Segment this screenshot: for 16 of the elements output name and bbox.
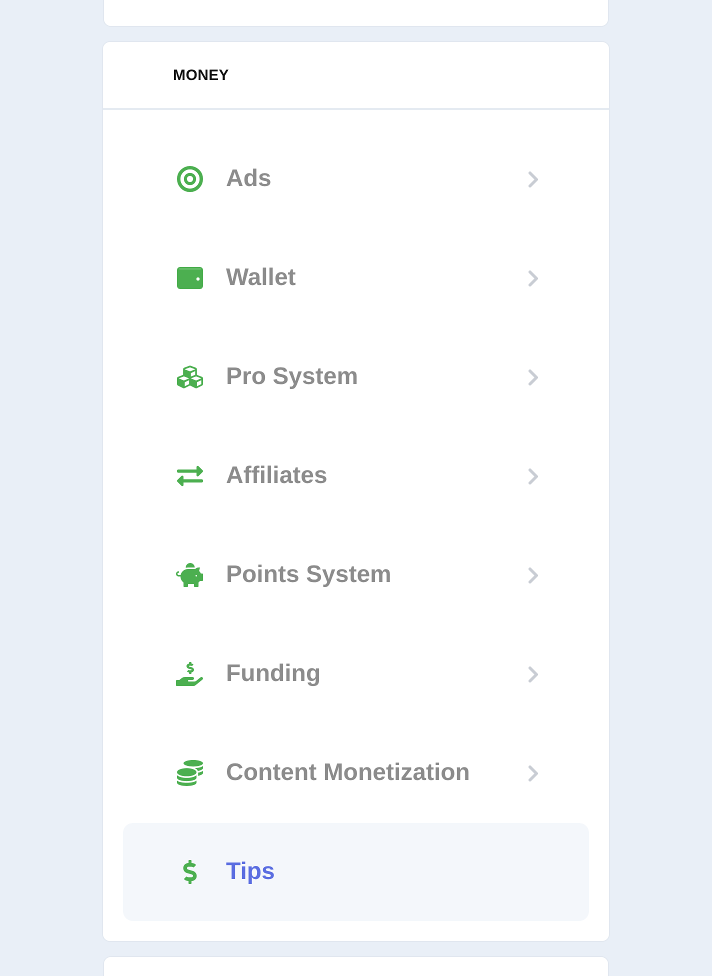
menu-item[interactable]: Wallet bbox=[123, 229, 589, 327]
wallet-icon bbox=[176, 267, 202, 289]
coins-icon bbox=[176, 760, 202, 786]
menu-item[interactable]: Affiliates bbox=[123, 427, 589, 525]
target-icon bbox=[176, 166, 202, 192]
menu-item[interactable]: Points System bbox=[123, 526, 589, 624]
menu-item[interactable]: Content Monetization bbox=[123, 724, 589, 822]
piggy-bank-icon bbox=[176, 561, 203, 589]
hand-holding-dollar-icon bbox=[176, 659, 203, 689]
menu-item[interactable]: Tips bbox=[123, 823, 589, 921]
menu-item[interactable]: Funding bbox=[123, 625, 589, 723]
cubes-icon bbox=[176, 364, 202, 390]
menu-item[interactable]: Ads bbox=[123, 130, 589, 228]
section-title: MONEY bbox=[173, 66, 230, 84]
menu-item[interactable]: Pro System bbox=[123, 328, 589, 426]
exchange-arrows-icon bbox=[176, 463, 202, 489]
